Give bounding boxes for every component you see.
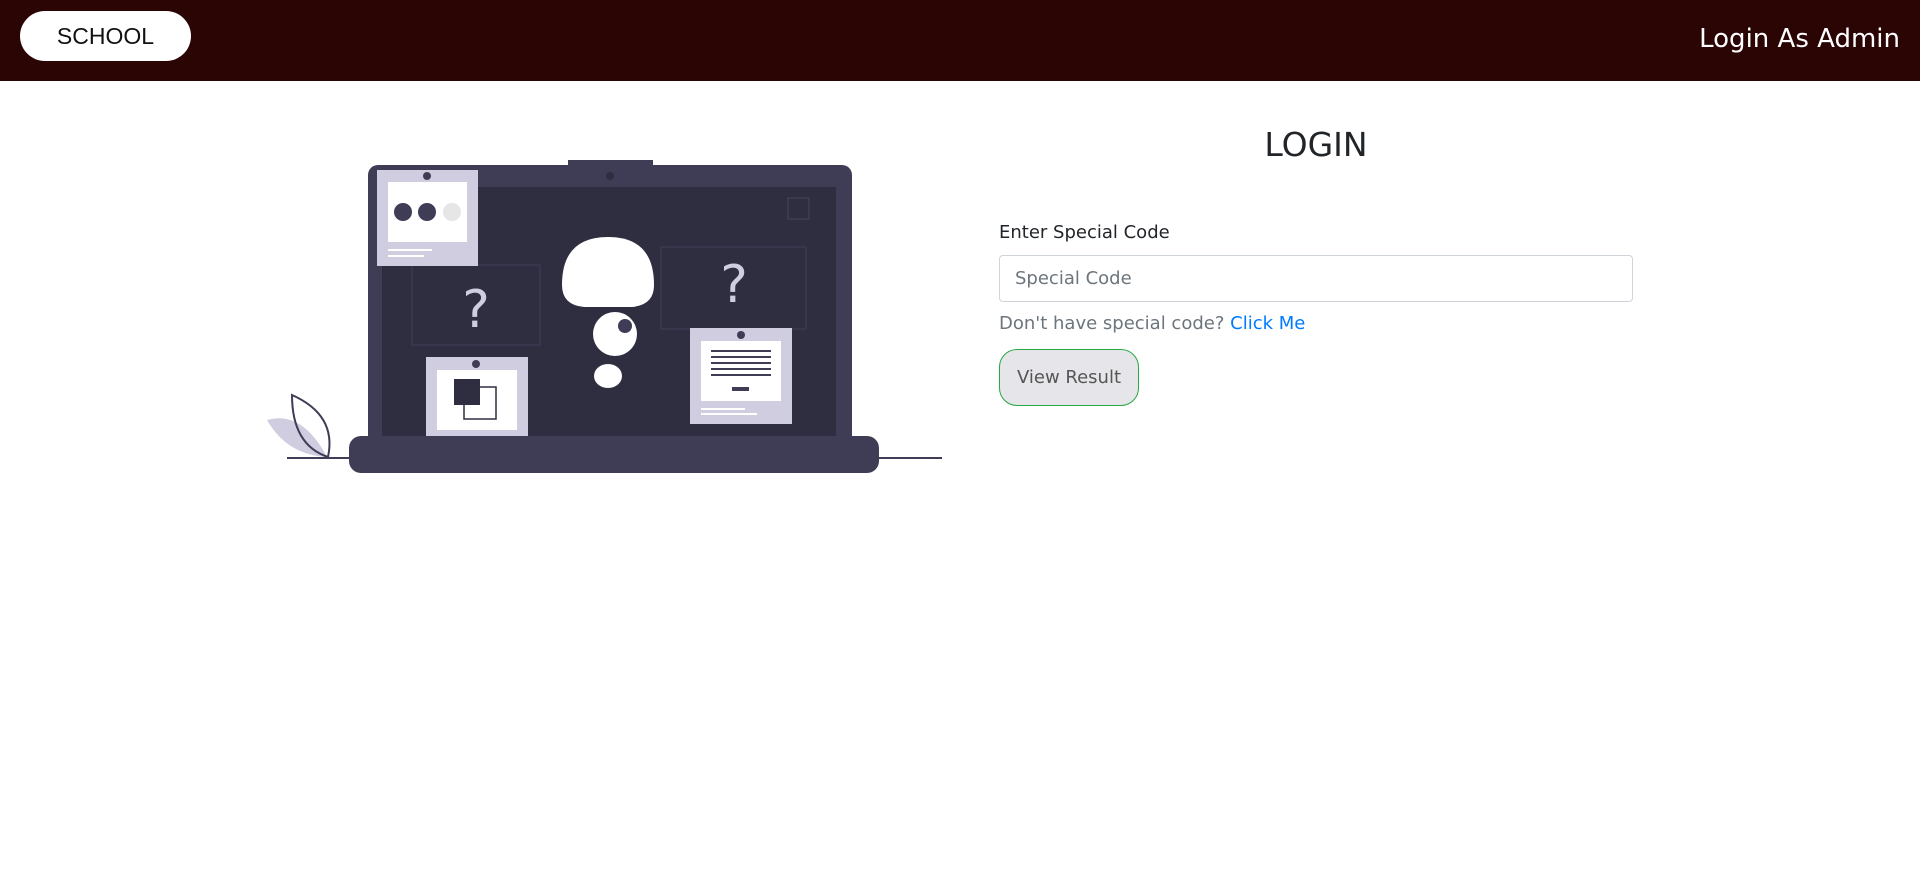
laptop-illustration: ? ? [267, 160, 942, 473]
view-result-button[interactable]: View Result [999, 349, 1139, 406]
special-code-label: Enter Special Code [999, 222, 1170, 243]
brand-button[interactable]: SCHOOL [20, 11, 191, 61]
card-document [690, 328, 792, 424]
help-line: Don't have special code? Click Me [999, 313, 1633, 334]
login-title: LOGIN [1264, 125, 1368, 164]
plant-icon [267, 393, 331, 459]
top-navbar: SCHOOL Login As Admin [0, 0, 1920, 81]
login-panel: LOGIN Enter Special Code Don't have spec… [999, 100, 1633, 406]
laptop-camera-bar [568, 160, 653, 168]
special-code-input[interactable] [999, 255, 1633, 302]
camera-icon [606, 172, 614, 180]
card-dots [377, 170, 478, 266]
click-me-link[interactable]: Click Me [1230, 313, 1305, 334]
laptop-base [349, 436, 879, 473]
question-mark-left: ? [462, 280, 490, 340]
question-mark-right: ? [720, 255, 748, 315]
help-text: Don't have special code? [999, 313, 1225, 334]
login-as-admin-link[interactable]: Login As Admin [1699, 24, 1900, 54]
